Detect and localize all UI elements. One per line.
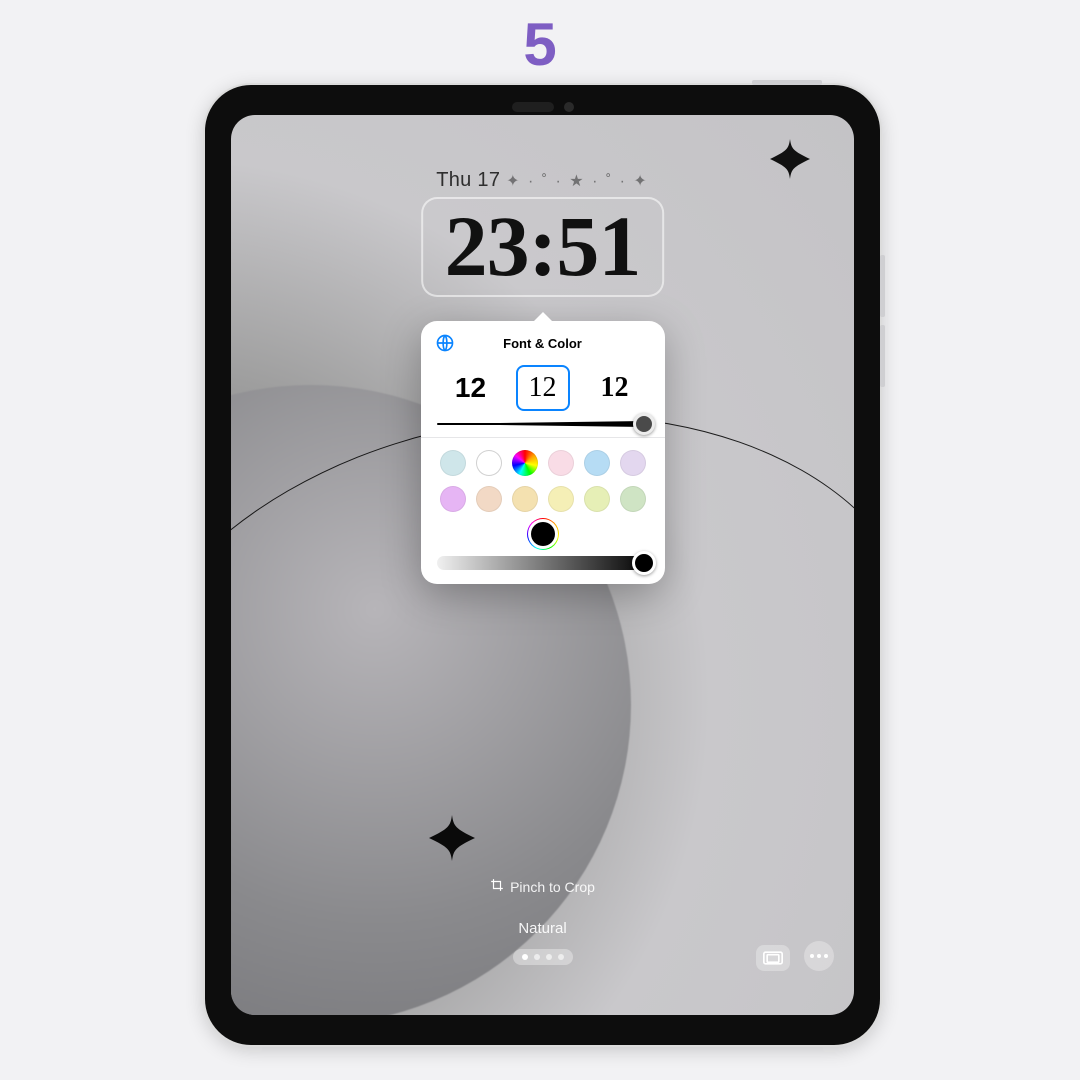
font-option-1[interactable]: 12 (516, 365, 570, 411)
date-decoration: ✦ · ˚ · ★ · ˚ · ✦ (506, 173, 649, 190)
lock-screen: Thu 17 ✦ · ˚ · ★ · ˚ · ✦ 23:51 Font & Co… (231, 115, 854, 1015)
filter-label[interactable]: Natural (231, 920, 854, 937)
color-swatch-6[interactable] (440, 486, 466, 512)
weight-slider-thumb[interactable] (633, 413, 655, 435)
volume-down-button (880, 325, 885, 387)
sparkle-icon (429, 815, 475, 861)
ellipsis-icon (810, 954, 828, 958)
date-text: Thu 17 (436, 169, 500, 191)
color-swatch-9[interactable] (548, 486, 574, 512)
color-swatch-7[interactable] (476, 486, 502, 512)
crop-icon (490, 878, 504, 895)
tint-slider[interactable] (421, 556, 665, 570)
more-button[interactable] (804, 941, 834, 971)
color-swatch-8[interactable] (512, 486, 538, 512)
camera-bar (512, 102, 574, 112)
ipad-frame: Thu 17 ✦ · ˚ · ★ · ˚ · ✦ 23:51 Font & Co… (205, 85, 880, 1045)
divider (421, 437, 665, 438)
weight-slider[interactable] (421, 423, 665, 437)
color-swatch-2[interactable] (512, 450, 538, 476)
tint-slider-thumb[interactable] (632, 551, 656, 575)
color-swatch-3[interactable] (548, 450, 574, 476)
lockscreen-date[interactable]: Thu 17 ✦ · ˚ · ★ · ˚ · ✦ (231, 169, 854, 192)
color-swatch-10[interactable] (584, 486, 610, 512)
crop-hint-text: Pinch to Crop (510, 879, 595, 895)
crop-hint: Pinch to Crop (231, 878, 854, 895)
color-swatch-1[interactable] (476, 450, 502, 476)
page-dots[interactable] (513, 949, 573, 965)
photos-button[interactable] (756, 945, 790, 971)
volume-up-button (880, 255, 885, 317)
color-swatches (421, 450, 665, 520)
font-color-popover: Font & Color 12 12 12 (421, 321, 665, 584)
font-options: 12 12 12 (421, 363, 665, 423)
color-swatch-4[interactable] (584, 450, 610, 476)
lockscreen-clock[interactable]: 23:51 (421, 197, 665, 297)
color-swatch-0[interactable] (440, 450, 466, 476)
step-number: 5 (0, 10, 1080, 79)
clock-time: 23:51 (445, 203, 641, 289)
font-option-2[interactable]: 12 (588, 365, 642, 411)
color-swatch-11[interactable] (620, 486, 646, 512)
font-option-0[interactable]: 12 (444, 365, 498, 411)
popover-title: Font & Color (421, 336, 665, 351)
color-swatch-5[interactable] (620, 450, 646, 476)
power-button (752, 80, 822, 85)
color-picker-button[interactable] (531, 522, 555, 546)
